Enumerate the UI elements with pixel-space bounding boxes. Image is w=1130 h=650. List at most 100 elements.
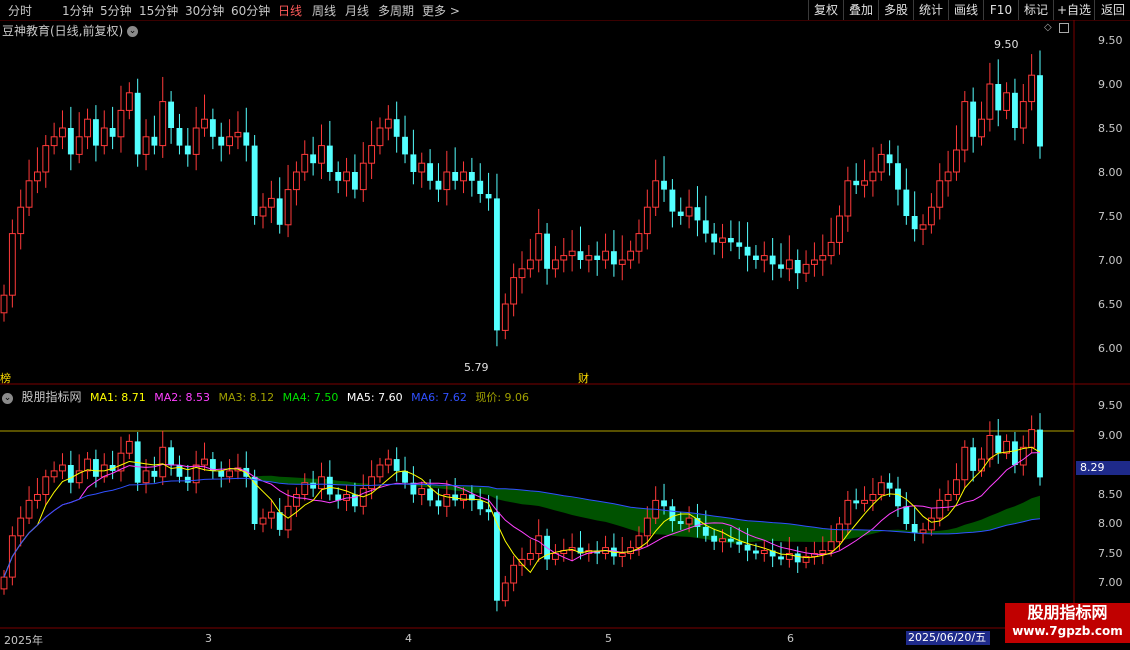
watermark-logo: 股朋指标网 www.7gpzb.com <box>1005 603 1130 643</box>
candle-body <box>218 470 225 477</box>
candle-body <box>418 162 426 173</box>
candle-body <box>410 154 417 172</box>
candle-body <box>218 136 225 146</box>
candle-body <box>944 171 952 182</box>
candle-body <box>1028 74 1036 103</box>
candle-body <box>526 553 534 560</box>
candle-body <box>376 127 384 147</box>
x-tick: 2025年 <box>4 634 43 647</box>
candle-body <box>643 517 651 537</box>
candle-body <box>84 458 91 472</box>
rank-tag[interactable]: 榜 <box>0 370 11 386</box>
candle-body <box>711 233 718 243</box>
candle-body <box>33 494 41 501</box>
x-tick: 6 <box>787 632 794 645</box>
candle-body <box>151 470 158 477</box>
candle-body <box>518 268 526 279</box>
candle-body <box>594 255 601 260</box>
candle-body <box>970 101 977 137</box>
candle-body <box>853 500 860 504</box>
candle-body <box>384 458 392 466</box>
candle-body <box>827 241 835 257</box>
candle-body <box>142 136 150 155</box>
candle-body <box>393 119 400 137</box>
y-tick: 7.00 <box>1098 254 1123 267</box>
candle-body <box>477 500 484 510</box>
candle-body <box>886 482 893 489</box>
candle-body <box>778 556 784 560</box>
candle-body <box>318 145 325 164</box>
y-tick: 7.50 <box>1098 547 1123 560</box>
candle-body <box>551 259 559 270</box>
candle-body <box>176 128 183 146</box>
watermark-url: www.7gpzb.com <box>1012 624 1123 638</box>
candle-body <box>778 264 784 269</box>
candle-body <box>727 538 734 542</box>
window-toggle-icon[interactable] <box>1059 23 1069 33</box>
candle-body <box>1012 441 1018 465</box>
candle-body <box>927 517 935 531</box>
candle-body <box>652 180 660 208</box>
candle-body <box>100 127 108 147</box>
candle-body <box>877 482 885 496</box>
candle-body <box>0 576 8 590</box>
kline-chart[interactable] <box>0 0 1130 650</box>
candle-body <box>226 470 234 478</box>
candle-body <box>8 233 16 296</box>
candle-body <box>585 255 593 261</box>
candle-body <box>861 180 868 186</box>
candle-body <box>794 260 801 274</box>
candle-body <box>50 470 58 478</box>
candle-body <box>276 512 283 530</box>
candle-body <box>109 128 116 137</box>
y-tick: 8.50 <box>1098 488 1123 501</box>
candle-body <box>694 207 701 221</box>
candle-body <box>978 458 985 472</box>
candle-body <box>67 128 74 155</box>
y-tick: 6.00 <box>1098 342 1123 355</box>
candle-body <box>1019 101 1027 129</box>
candle-body <box>853 180 860 186</box>
candle-body <box>535 233 543 261</box>
candle-body <box>460 171 467 182</box>
y-tick: 8.50 <box>1098 122 1123 135</box>
candle-body <box>844 180 852 217</box>
candle-body <box>485 509 492 513</box>
candle-body <box>184 145 191 155</box>
candle-body <box>736 541 743 545</box>
y-tick: 8.00 <box>1098 517 1123 530</box>
diamond-icon[interactable]: ◇ <box>1044 22 1052 33</box>
candle-body <box>176 465 183 477</box>
candle-body <box>42 476 50 495</box>
finance-tag[interactable]: 财 <box>578 370 589 386</box>
candle-body <box>84 118 91 138</box>
candle-body <box>359 488 367 507</box>
candle-body <box>744 544 751 551</box>
candle-body <box>292 494 300 507</box>
y-tick: 9.00 <box>1098 429 1123 442</box>
candle-body <box>201 458 208 466</box>
candle-body <box>42 145 50 173</box>
candle-body <box>719 538 726 543</box>
candle-body <box>184 476 191 483</box>
candle-body <box>903 189 910 216</box>
candle-body <box>292 171 300 191</box>
candle-body <box>59 127 66 138</box>
candle-body <box>343 171 350 182</box>
candle-body <box>526 259 534 270</box>
candle-body <box>869 171 877 182</box>
candle-body <box>602 250 609 261</box>
candle-body <box>736 242 743 247</box>
candle-body <box>986 435 994 460</box>
candle-body <box>17 517 25 537</box>
candle-body <box>635 535 643 549</box>
y-tick: 9.50 <box>1098 34 1123 47</box>
candle-body <box>159 101 167 147</box>
y-tick: 9.50 <box>1098 399 1123 412</box>
candle-body <box>25 180 33 208</box>
candle-body <box>995 84 1002 111</box>
candle-body <box>919 224 927 230</box>
candle-body <box>92 459 99 477</box>
candle-body <box>494 198 500 331</box>
candle-body <box>33 171 41 182</box>
